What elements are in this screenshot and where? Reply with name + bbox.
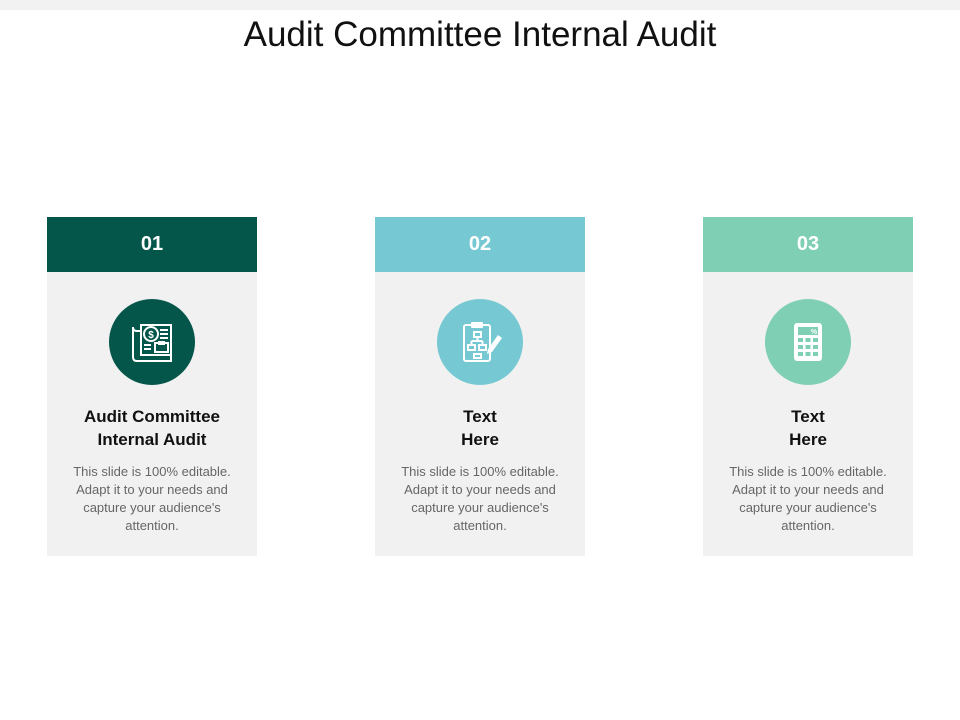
financial-report-icon: $: [132, 324, 172, 362]
card-number: 02: [468, 233, 492, 255]
calculator-icon: %: [794, 323, 822, 361]
icon-circle: $: [109, 299, 195, 385]
svg-text:$: $: [148, 330, 154, 341]
card-header: 02: [375, 217, 585, 272]
card-02: 02 Text Here This slide is 100% editable…: [375, 217, 585, 556]
card-header: 01: [47, 217, 257, 272]
card-title-line2: Here: [461, 430, 499, 449]
slide-title: Audit Committee Internal Audit: [243, 15, 717, 54]
card-header: 03: [703, 217, 913, 272]
card-body: This slide is 100% editable. Adapt it to…: [73, 464, 231, 533]
calculator-display-label: %: [811, 329, 818, 336]
card-title-line1: Text: [791, 407, 825, 426]
card-01: 01 $ Audit Committee Internal Audit This…: [47, 217, 257, 556]
card-title-line1: Audit Committee: [84, 407, 220, 426]
clipboard-flowchart-icon: [463, 322, 502, 362]
card-03: 03 % Text Here This slide is 100% editab…: [703, 217, 913, 556]
card-title-line1: Text: [463, 407, 497, 426]
card-number: 03: [796, 233, 820, 255]
card-title: Text Here: [385, 405, 575, 451]
card-body: This slide is 100% editable. Adapt it to…: [729, 464, 887, 533]
card-title: Audit Committee Internal Audit: [57, 405, 247, 451]
icon-circle: %: [765, 299, 851, 385]
card-title: Text Here: [713, 405, 903, 451]
top-strip: [0, 0, 960, 10]
card-body: This slide is 100% editable. Adapt it to…: [401, 464, 559, 533]
card-number: 01: [140, 233, 164, 255]
card-title-line2: Internal Audit: [97, 430, 207, 449]
icon-circle: [437, 299, 523, 385]
card-title-line2: Here: [789, 430, 827, 449]
